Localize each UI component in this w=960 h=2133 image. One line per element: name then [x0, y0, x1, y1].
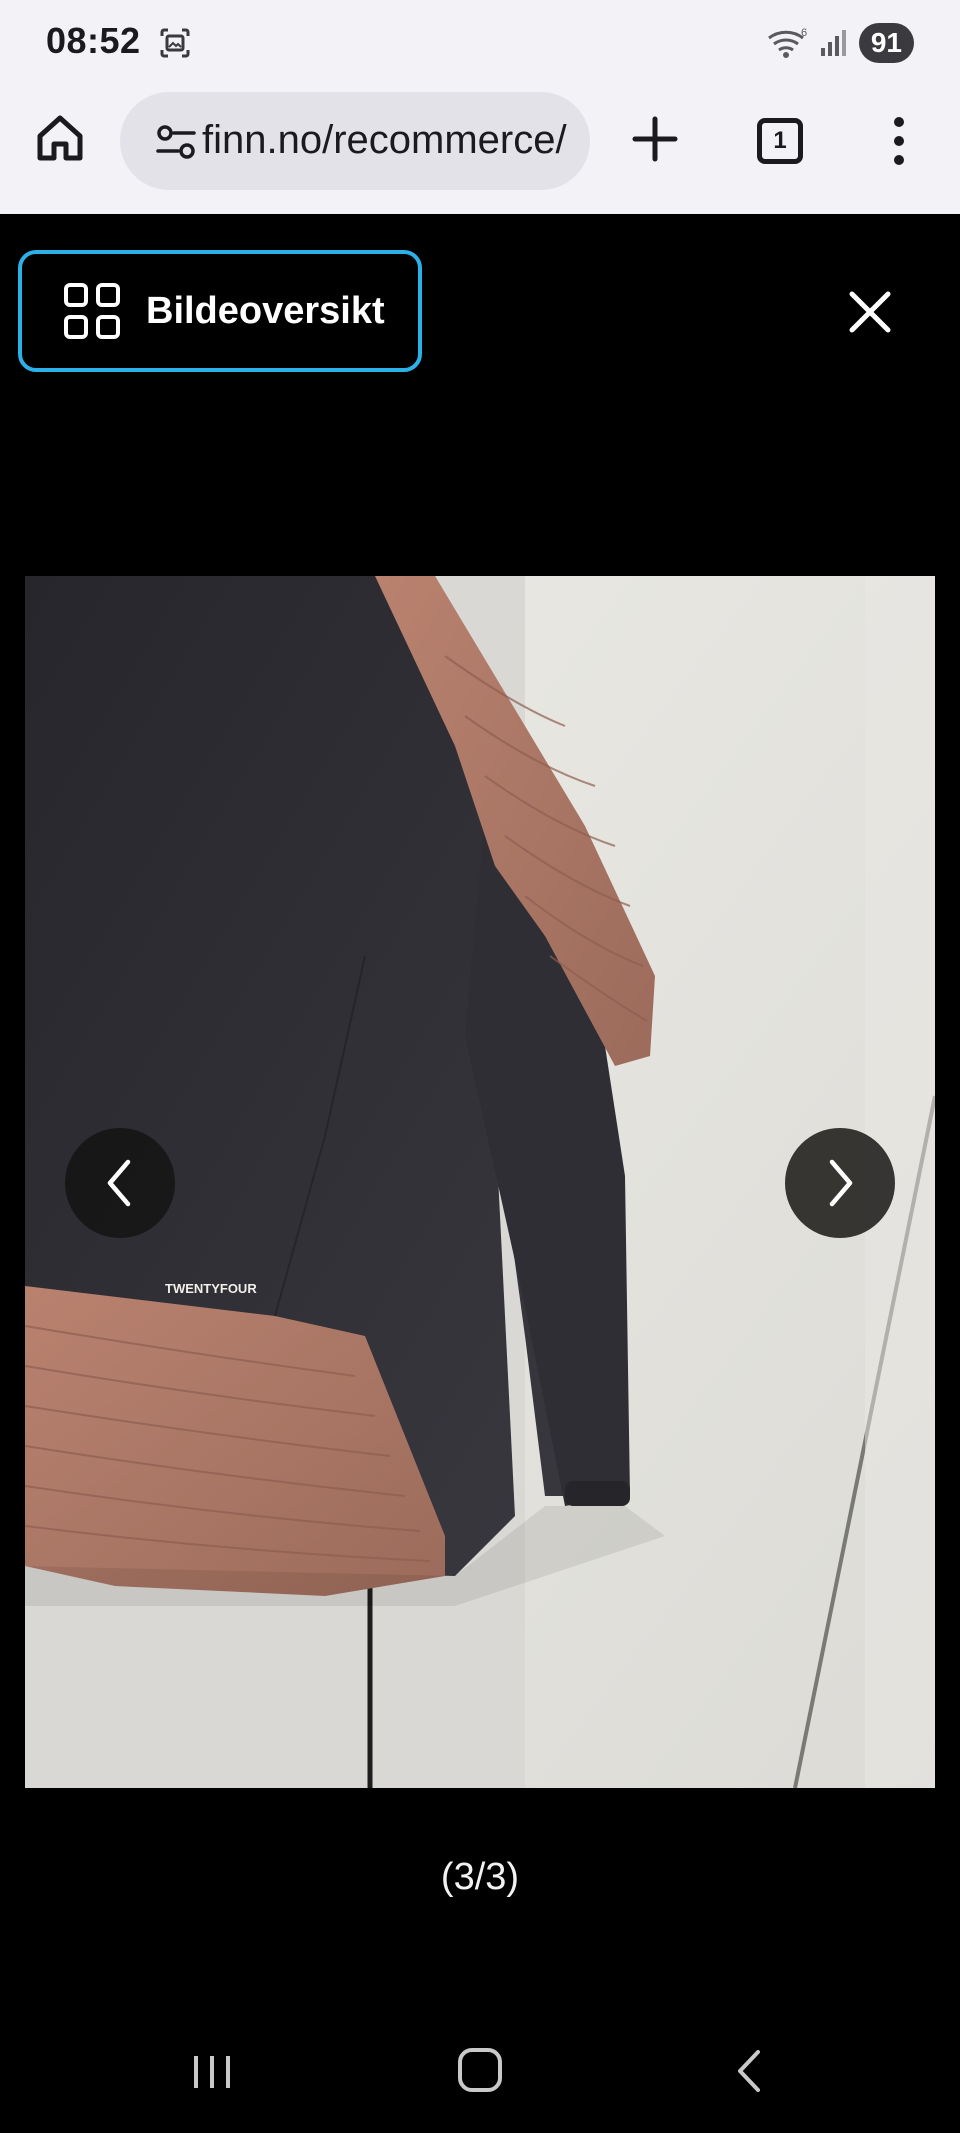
tabs-icon[interactable]: 1	[757, 118, 803, 164]
system-navigation-bar	[0, 1994, 960, 2133]
url-text[interactable]: finn.no/recommerce/	[202, 118, 567, 163]
home-circle-icon[interactable]	[458, 2048, 502, 2092]
close-icon[interactable]	[846, 288, 894, 336]
previous-image-button[interactable]	[65, 1128, 175, 1238]
back-icon[interactable]	[734, 2048, 764, 2094]
screenshot-icon	[160, 28, 190, 58]
image-overview-button[interactable]: Bildeoversikt	[18, 250, 422, 372]
image-counter: (3/3)	[440, 1856, 520, 1898]
status-bar: 08:52 6 91	[0, 0, 960, 86]
recents-icon[interactable]	[190, 2052, 234, 2092]
svg-text:6: 6	[801, 27, 807, 39]
wifi-icon: 6	[767, 27, 807, 58]
chevron-right-icon	[829, 1159, 853, 1207]
next-image-button[interactable]	[785, 1128, 895, 1238]
grid-icon	[64, 283, 120, 339]
more-menu-icon[interactable]	[884, 116, 914, 166]
status-clock: 08:52	[46, 20, 141, 61]
image-viewer: Bildeoversikt TWENTYFOUR (3/3)	[0, 214, 960, 1994]
battery-icon: 91	[858, 23, 914, 63]
new-tab-icon[interactable]	[630, 114, 680, 164]
jacket-brand-print: TWENTYFOUR	[165, 1281, 257, 1296]
site-settings-icon[interactable]	[156, 124, 196, 160]
chevron-left-icon	[107, 1159, 131, 1207]
signal-icon	[820, 30, 846, 56]
browser-toolbar: finn.no/recommerce/ 1	[0, 86, 960, 214]
image-overview-label: Bildeoversikt	[146, 289, 385, 332]
address-bar[interactable]: finn.no/recommerce/	[120, 92, 590, 190]
home-icon[interactable]	[32, 110, 88, 166]
